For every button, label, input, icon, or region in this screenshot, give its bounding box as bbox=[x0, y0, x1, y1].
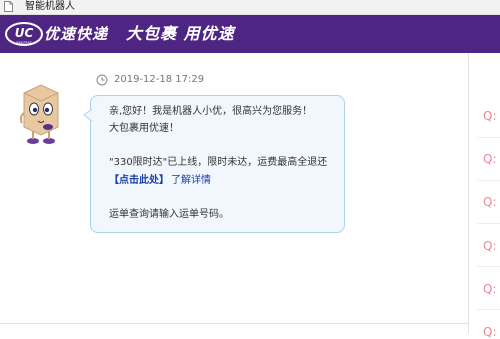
page-icon bbox=[4, 1, 13, 12]
brand-slogan: 大包裹 用优速 bbox=[126, 24, 235, 43]
chat-area[interactable]: 2019-12-18 17:29 亲,您好！我是机器人小优，很高兴为您服务！ 大… bbox=[0, 53, 468, 333]
brand-header: UC express 优速快递 大包裹 用优速 bbox=[0, 15, 500, 53]
message-timestamp-row: 2019-12-18 17:29 bbox=[96, 73, 204, 87]
faq-separator bbox=[477, 137, 500, 138]
faq-item[interactable]: Q: bbox=[483, 282, 497, 296]
message-line-tracking: 运单查询请输入运单号码。 bbox=[109, 209, 229, 220]
click-here-link[interactable]: 【点击此处】 bbox=[109, 175, 169, 186]
clock-icon bbox=[96, 74, 108, 86]
uc-logo: UC express bbox=[5, 22, 43, 46]
message-line-link: 【点击此处】 了解详情 bbox=[109, 174, 211, 187]
faq-item[interactable]: Q: bbox=[483, 239, 497, 253]
faq-panel[interactable]: Q: Q: Q: Q: Q: Q: bbox=[469, 53, 500, 339]
chat-message-bubble: 亲,您好！我是机器人小优，很高兴为您服务！ 大包裹用优速！ "330限时达"已上… bbox=[83, 95, 345, 233]
faq-separator bbox=[477, 309, 500, 310]
faq-separator bbox=[477, 223, 500, 224]
logo-text: UC bbox=[15, 26, 34, 40]
faq-item[interactable]: Q: bbox=[483, 325, 497, 339]
faq-item[interactable]: Q: bbox=[483, 152, 497, 166]
learn-more-link[interactable]: 了解详情 bbox=[171, 175, 211, 186]
robot-avatar bbox=[19, 84, 59, 144]
message-line-promo: "330限时达"已上线，限时未达，运费最高全退还 bbox=[109, 157, 328, 168]
faq-separator bbox=[477, 180, 500, 181]
faq-item[interactable]: Q: bbox=[483, 109, 497, 123]
window-titlebar: 智能机器人 bbox=[0, 0, 500, 15]
chat-bottom-border bbox=[0, 323, 468, 324]
bubble-tail bbox=[83, 108, 97, 122]
window-title: 智能机器人 bbox=[25, 1, 75, 12]
faq-separator bbox=[477, 266, 500, 267]
message-timestamp: 2019-12-18 17:29 bbox=[114, 74, 205, 85]
faq-item[interactable]: Q: bbox=[483, 195, 497, 209]
logo-subtext: express bbox=[16, 40, 31, 45]
brand-name: 优速快递 bbox=[44, 25, 109, 43]
message-line-slogan: 大包裹用优速！ bbox=[109, 123, 179, 134]
message-line-greeting: 亲,您好！我是机器人小优，很高兴为您服务！ bbox=[109, 106, 313, 117]
